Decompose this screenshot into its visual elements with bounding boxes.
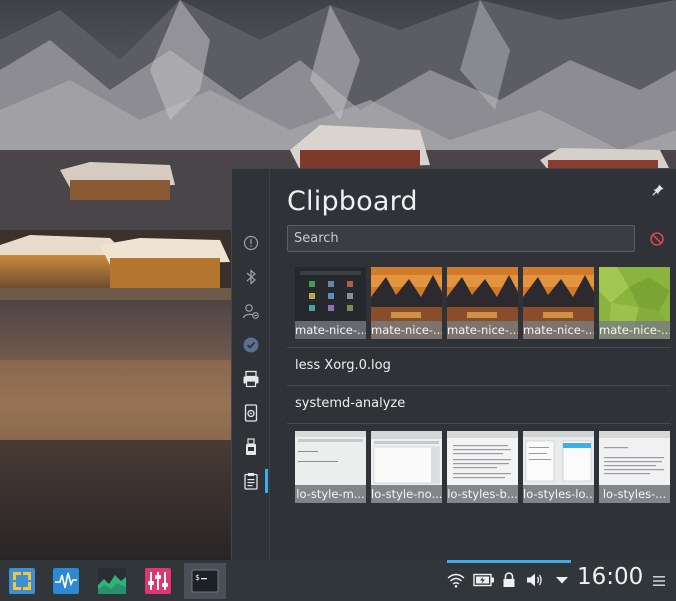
clipboard-item-caption: lo-styles-... — [599, 485, 670, 503]
panel-menu-icon[interactable] — [652, 573, 666, 587]
clipboard-item-caption: mate-nice-... — [599, 321, 670, 339]
clipboard-item[interactable]: mate-nice-... — [295, 267, 366, 339]
battery-icon[interactable] — [473, 571, 495, 589]
digital-clock[interactable]: 16:00 — [577, 564, 643, 590]
svg-text:$: $ — [195, 573, 200, 582]
clipboard-text-item[interactable]: less Xorg.0.log — [287, 348, 671, 384]
tray-active-indicator — [447, 560, 571, 563]
clipboard-text-item[interactable]: systemd-analyze — [287, 386, 671, 422]
divider — [287, 423, 671, 424]
system-tray-sidebar — [232, 169, 270, 561]
clipboard-popup: Clipboard mate-nice-... — [231, 168, 676, 561]
clipboard-item-caption: mate-nice-... — [371, 321, 442, 339]
clipboard-image-row: mate-nice-... mate-nice-... mate-nice-..… — [295, 267, 670, 339]
clipboard-icon[interactable] — [241, 471, 261, 491]
clipboard-item[interactable]: mate-nice-... — [371, 267, 442, 339]
wifi-icon[interactable] — [447, 571, 465, 589]
clipboard-item[interactable]: mate-nice-... — [523, 267, 594, 339]
volume-icon[interactable] — [526, 571, 544, 589]
clipboard-document-row: lo-style-m... lo-style-no... lo-styles-b… — [295, 431, 670, 503]
bluetooth-icon[interactable] — [241, 267, 261, 287]
pin-icon[interactable] — [652, 181, 664, 196]
clipboard-item[interactable]: mate-nice-... — [447, 267, 518, 339]
clipboard-item-caption: lo-styles-b... — [447, 485, 518, 503]
clipboard-item-caption: lo-style-m... — [295, 485, 366, 503]
clipboard-item[interactable]: lo-styles-... — [599, 431, 670, 503]
clipboard-item[interactable]: mate-nice-... — [599, 267, 670, 339]
system-monitor-icon[interactable] — [48, 563, 84, 599]
search-input[interactable] — [287, 225, 635, 252]
notifications-icon[interactable] — [241, 233, 261, 253]
usb-drive-icon[interactable] — [241, 437, 261, 457]
expand-tray-icon[interactable] — [553, 571, 571, 589]
taskbar: $ 16:00 — [0, 560, 676, 601]
clipboard-item-caption: lo-styles-lo... — [523, 485, 594, 503]
popup-title: Clipboard — [287, 186, 418, 217]
mixer-icon[interactable] — [140, 563, 176, 599]
clipboard-item-caption: mate-nice-... — [295, 321, 366, 339]
updates-check-icon[interactable] — [241, 335, 261, 355]
clipboard-item-caption: mate-nice-... — [523, 321, 594, 339]
clipboard-item[interactable]: lo-style-m... — [295, 431, 366, 503]
clipboard-item[interactable]: lo-styles-b... — [447, 431, 518, 503]
ksysguard-icon[interactable] — [94, 563, 130, 599]
lock-icon[interactable] — [500, 571, 518, 589]
clipboard-item-caption: mate-nice-... — [447, 321, 518, 339]
application-launcher-icon[interactable] — [4, 563, 40, 599]
clear-history-icon[interactable] — [649, 231, 665, 247]
clipboard-item[interactable]: lo-styles-lo... — [523, 431, 594, 503]
device-notifier-icon[interactable] — [241, 403, 261, 423]
user-switch-icon[interactable] — [241, 301, 261, 321]
printer-icon[interactable] — [241, 369, 261, 389]
active-indicator — [265, 469, 268, 493]
clipboard-item-caption: lo-style-no... — [371, 485, 442, 503]
clipboard-item[interactable]: lo-style-no... — [371, 431, 442, 503]
terminal-icon[interactable]: $ — [184, 563, 226, 599]
